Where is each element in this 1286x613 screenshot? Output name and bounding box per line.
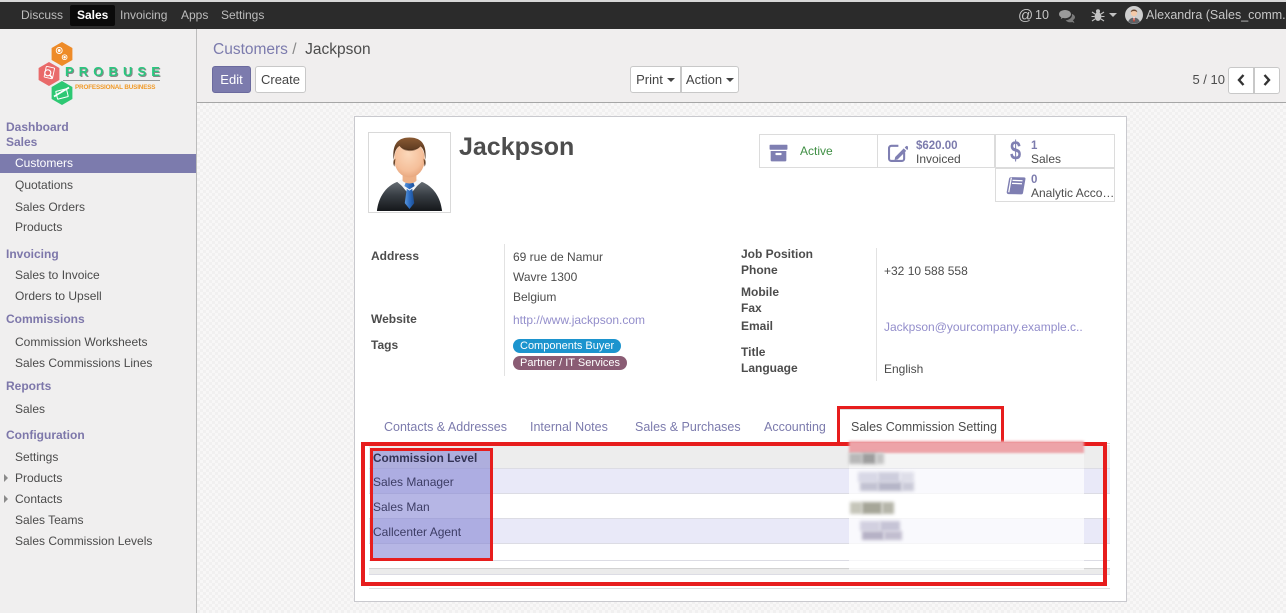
svg-text:PROFESSIONAL BUSINESS: PROFESSIONAL BUSINESS [75,84,155,91]
svg-text:PROBUSE: PROBUSE [65,64,165,79]
